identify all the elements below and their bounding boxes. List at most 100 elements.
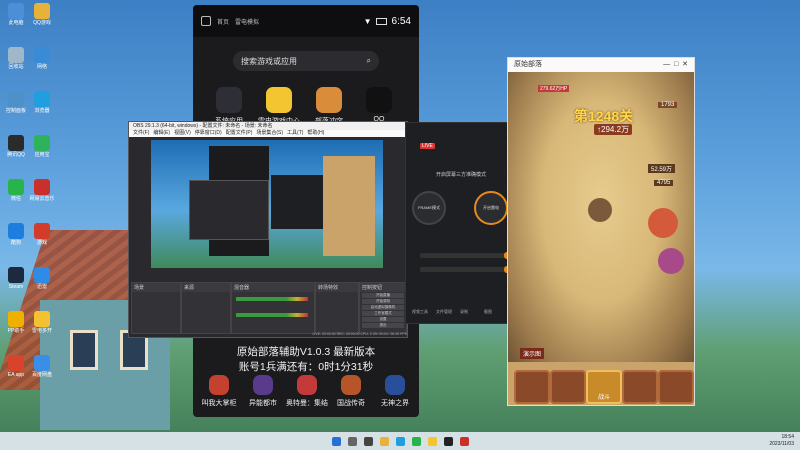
panel-toolbar-item[interactable]: 文件管理 [436, 309, 452, 315]
search-icon[interactable] [347, 436, 357, 446]
app-icon[interactable] [459, 436, 469, 446]
game-shortcut[interactable]: 异能都市 [241, 375, 285, 408]
desktop-icon[interactable]: PP助手 [3, 311, 29, 334]
panel-toolbar-item[interactable]: 视频工具 [412, 309, 428, 315]
desktop-icon-image [34, 3, 50, 19]
tray-date: 2023/11/03 [769, 441, 794, 447]
skill-slot[interactable] [550, 370, 586, 404]
transitions-dock: 转场特效 [315, 282, 359, 334]
emulator-tab-label[interactable]: 首页 [217, 17, 229, 26]
desktop-icon[interactable]: 控制面板 [3, 91, 29, 114]
game-shortcut-label: 国战传奇 [337, 400, 365, 407]
maximize-icon[interactable]: □ [674, 61, 678, 68]
search-input[interactable]: 搜索游戏或应用 [241, 56, 297, 67]
desktop-icon[interactable]: 应用宝 [29, 135, 55, 158]
game-window-title: 原始部落 [514, 61, 542, 68]
audio-meter [236, 297, 308, 301]
home-icon[interactable] [201, 16, 211, 26]
mode-circle-label: 开启雷电 [483, 205, 499, 210]
desktop-icon[interactable]: 迅雷 [29, 267, 55, 290]
desktop-icon[interactable]: 雷电多开 [29, 311, 55, 334]
hp-label: 279.62万HP [538, 85, 570, 92]
obs-control-button[interactable]: 工作室模式 [362, 311, 404, 316]
desktop-icon[interactable]: 此电脑 [3, 3, 29, 26]
game-shortcut-label: 叫我大掌柜 [201, 400, 237, 407]
panel-toolbar-item[interactable]: 录制 [460, 309, 468, 315]
skill-slot[interactable] [514, 370, 550, 404]
skill-slot[interactable] [658, 370, 694, 404]
desktop-icon[interactable]: EA app [3, 355, 29, 378]
mixer-dock-title: 混音器 [232, 283, 314, 292]
desktop-icon-label: 此电脑 [8, 20, 24, 26]
close-icon[interactable]: ✕ [682, 61, 688, 68]
bottom-left-tag[interactable]: 演示图 [520, 348, 545, 359]
game-shortcut[interactable]: 叫我大掌柜 [197, 375, 241, 408]
system-tray[interactable]: 18:54 2023/11/03 [769, 434, 794, 448]
hero-portrait[interactable] [648, 208, 678, 238]
obs-menu-item[interactable]: 场景集合(S) [256, 130, 283, 136]
start-icon[interactable] [331, 436, 341, 446]
game-title-bar: 原始部落 — □ ✕ [508, 58, 694, 72]
obs-preview[interactable] [151, 140, 383, 268]
search-bar[interactable]: 搜索游戏或应用 ⌕ [233, 51, 379, 71]
obs-menu-item[interactable]: 停靠窗口(D) [195, 130, 222, 136]
search-icon[interactable]: ⌕ [367, 56, 371, 66]
desktop-icon-image [8, 91, 24, 107]
obs-menu-item[interactable]: 文件(F) [133, 130, 149, 136]
desktop-icon-image [34, 311, 50, 327]
obs-control-button[interactable]: 开始直播 [362, 293, 404, 298]
desktop-icon-label: 回收站 [8, 64, 24, 70]
desktop-icon[interactable]: 网络 [29, 47, 55, 70]
gem-counter: 4795 [654, 180, 674, 186]
obs-menu-item[interactable]: 配置文件(P) [226, 130, 253, 136]
desktop-icon-label: 雷电多开 [31, 328, 52, 334]
game-shortcut[interactable]: 国战传奇 [329, 375, 373, 408]
panel-toolbar-item[interactable]: 截图 [484, 309, 492, 315]
desktop-icon[interactable]: 回收站 [3, 47, 29, 70]
obs-menu-item[interactable]: 帮助(H) [307, 130, 324, 136]
obs-menu-item[interactable]: 视图(V) [174, 130, 191, 136]
desktop-icon[interactable]: 酷狗 [3, 223, 29, 246]
obs-icon[interactable] [443, 436, 453, 446]
sources-dock: 来源 [181, 282, 231, 334]
desktop-icon[interactable]: 腾讯QQ [3, 135, 29, 158]
panel-slider[interactable] [420, 253, 516, 258]
task-view-icon[interactable] [363, 436, 373, 446]
desktop-icon[interactable]: 微信 [3, 179, 29, 202]
desktop-icon[interactable]: Steam [3, 267, 29, 290]
desktop-icon-label: 网易云音乐 [29, 196, 55, 202]
obs-control-button[interactable]: 启动虚拟摄像机 [362, 305, 404, 310]
desktop-icon[interactable]: 游戏 [29, 223, 55, 246]
wallpaper-window [70, 330, 98, 370]
minimize-icon[interactable]: — [663, 61, 670, 68]
preview-game [323, 156, 375, 256]
scenes-dock-title: 场景 [132, 283, 180, 292]
desktop-icon[interactable]: 浏览器 [29, 91, 55, 114]
obs-control-button[interactable]: 退出 [362, 323, 404, 328]
preview-panel [271, 175, 323, 229]
obs-menu-item[interactable]: 工具(T) [287, 130, 303, 136]
desktop-icon-image [8, 267, 24, 283]
file-explorer-icon[interactable] [379, 436, 389, 446]
emulator-icon[interactable] [427, 436, 437, 446]
obs-menu-item[interactable]: 编辑(E) [153, 130, 170, 136]
app-icon[interactable]: QQ [357, 87, 401, 123]
game-shortcut-image [253, 375, 273, 395]
panel-slider[interactable] [420, 267, 516, 272]
desktop-icon[interactable]: 网易云音乐 [29, 179, 55, 202]
mode-circle[interactable]: FRAME模式 [412, 191, 446, 225]
obs-control-button[interactable]: 设置 [362, 317, 404, 322]
hero-portrait[interactable] [658, 248, 684, 274]
obs-control-button[interactable]: 开始录制 [362, 299, 404, 304]
desktop-icon[interactable]: 百度网盘 [29, 355, 55, 378]
game-shortcut[interactable]: 奥特曼：集结 [285, 375, 329, 408]
browser-icon[interactable] [395, 436, 405, 446]
desktop-icon[interactable]: QQ游戏 [29, 3, 55, 26]
skill-slot[interactable] [622, 370, 658, 404]
app-icon-image [316, 87, 342, 113]
game-shortcut[interactable]: 无神之界 [373, 375, 417, 408]
battle-button[interactable]: 战斗 [586, 370, 622, 404]
wechat-icon[interactable] [411, 436, 421, 446]
mode-circle[interactable]: 开启雷电 [474, 191, 508, 225]
game-shortcut-image [297, 375, 317, 395]
